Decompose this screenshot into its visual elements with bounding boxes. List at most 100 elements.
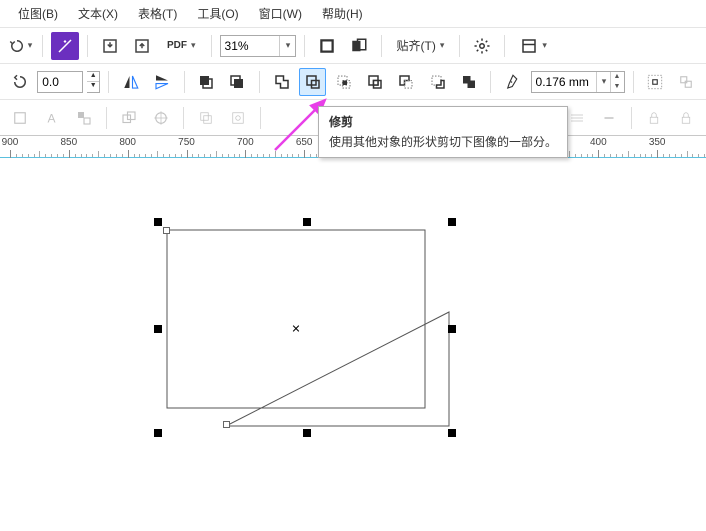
trim-button[interactable]: [299, 68, 326, 96]
pen-nib-icon: [504, 73, 522, 91]
xform-icon: [197, 109, 215, 127]
import-button[interactable]: [96, 32, 124, 60]
shape-triangle: [226, 312, 449, 426]
xform1-button: [192, 104, 220, 132]
zoom-input[interactable]: [221, 36, 279, 56]
combine-icon: [120, 109, 138, 127]
selection-handle[interactable]: [154, 429, 162, 437]
to-front-button[interactable]: [193, 68, 220, 96]
zoom-combo[interactable]: ▾: [220, 35, 296, 57]
tooltip-desc: 使用其他对象的形状剪切下图像的一部分。: [329, 133, 557, 151]
outline-width-input[interactable]: [532, 72, 596, 92]
wrap-text-button[interactable]: [641, 68, 668, 96]
outline-width-dropdown[interactable]: ▾: [596, 72, 610, 92]
stepper-up[interactable]: ▲: [611, 72, 624, 82]
separator: [304, 35, 305, 57]
export-button[interactable]: [128, 32, 156, 60]
mirror-v-button[interactable]: [148, 68, 175, 96]
outline-pen-button[interactable]: [499, 68, 526, 96]
export-pdf-button[interactable]: PDF ▾: [160, 32, 203, 60]
mirror-h-button[interactable]: [117, 68, 144, 96]
simplify-button[interactable]: [362, 68, 389, 96]
rotation-icon: [11, 73, 29, 91]
align-icon: [11, 109, 29, 127]
back-minus-front-button[interactable]: [424, 68, 451, 96]
separator: [87, 35, 88, 57]
target-button: [147, 104, 175, 132]
target-icon: [152, 109, 170, 127]
fullscreen-icon: [318, 37, 336, 55]
separator: [490, 71, 491, 93]
back-minus-front-icon: [429, 73, 447, 91]
to-back-icon: [228, 73, 246, 91]
canvas[interactable]: ✕: [0, 158, 706, 518]
selection-handle[interactable]: [448, 325, 456, 333]
trim-icon: [304, 73, 322, 91]
shape-node[interactable]: [223, 421, 230, 428]
intersect-icon: [335, 73, 353, 91]
chevron-down-icon: ▾: [542, 40, 547, 51]
chevron-down-icon: ▾: [286, 40, 291, 51]
menu-window[interactable]: 窗口(W): [249, 1, 312, 26]
xform2-button: [224, 104, 252, 132]
zoom-dropdown[interactable]: ▾: [279, 36, 295, 56]
snap-label: 贴齐(T): [397, 37, 436, 54]
wrap-text-icon: [646, 73, 664, 91]
front-minus-back-button[interactable]: [393, 68, 420, 96]
selection-handle[interactable]: [303, 429, 311, 437]
menu-tools[interactable]: 工具(O): [187, 1, 248, 26]
menu-table[interactable]: 表格(T): [128, 1, 187, 26]
undo-button[interactable]: ▾: [6, 32, 34, 60]
magic-wand-button[interactable]: [51, 32, 79, 60]
weld-button[interactable]: [268, 68, 295, 96]
minus-icon: [600, 109, 618, 127]
separator: [108, 71, 109, 93]
preview-button[interactable]: [345, 32, 373, 60]
separator: [459, 35, 460, 57]
shape-node[interactable]: [163, 227, 170, 234]
rotation-button[interactable]: [6, 68, 33, 96]
rotation-input[interactable]: [37, 71, 83, 93]
selection-handle[interactable]: [303, 218, 311, 226]
selection-handle[interactable]: [448, 218, 456, 226]
stepper-down[interactable]: ▼: [611, 82, 624, 92]
options-button[interactable]: [468, 32, 496, 60]
layout-dropdown[interactable]: ▾: [513, 32, 554, 60]
canvas-drawing: [0, 158, 706, 518]
separator: [381, 35, 382, 57]
selection-handle[interactable]: [154, 325, 162, 333]
selection-handle[interactable]: [154, 218, 162, 226]
mirror-h-icon: [122, 73, 140, 91]
selection-handle[interactable]: [448, 429, 456, 437]
shape-rectangle: [167, 230, 425, 408]
xform2-icon: [229, 109, 247, 127]
stepper-up[interactable]: ▲: [87, 72, 99, 82]
outline-width-combo[interactable]: ▾ ▲ ▼: [531, 71, 625, 93]
chevron-down-icon: ▾: [191, 40, 196, 51]
stepper-down[interactable]: ▼: [87, 82, 99, 92]
front-minus-back-icon: [397, 73, 415, 91]
lock2-button: [672, 104, 700, 132]
boundary-icon: [460, 73, 478, 91]
simplify-icon: [366, 73, 384, 91]
snap-to-dropdown[interactable]: 贴齐(T) ▾: [390, 32, 452, 60]
tooltip-title: 修剪: [329, 113, 557, 131]
text-align-button: A: [38, 104, 66, 132]
group-icon: [75, 109, 93, 127]
separator: [211, 35, 212, 57]
fullscreen-button[interactable]: [313, 32, 341, 60]
separator: [184, 71, 185, 93]
chevron-down-icon: ▾: [602, 76, 607, 87]
intersect-button[interactable]: [330, 68, 357, 96]
minus-button: [595, 104, 623, 132]
chevron-down-icon: ▾: [28, 40, 33, 51]
import-icon: [101, 37, 119, 55]
boundary-button[interactable]: [455, 68, 482, 96]
separator: [260, 107, 261, 129]
menu-bitmap[interactable]: 位图(B): [8, 1, 68, 26]
export-icon: [133, 37, 151, 55]
to-back-button[interactable]: [224, 68, 251, 96]
menu-help[interactable]: 帮助(H): [312, 1, 373, 26]
chevron-down-icon: ▾: [440, 40, 445, 51]
menu-text[interactable]: 文本(X): [68, 1, 128, 26]
